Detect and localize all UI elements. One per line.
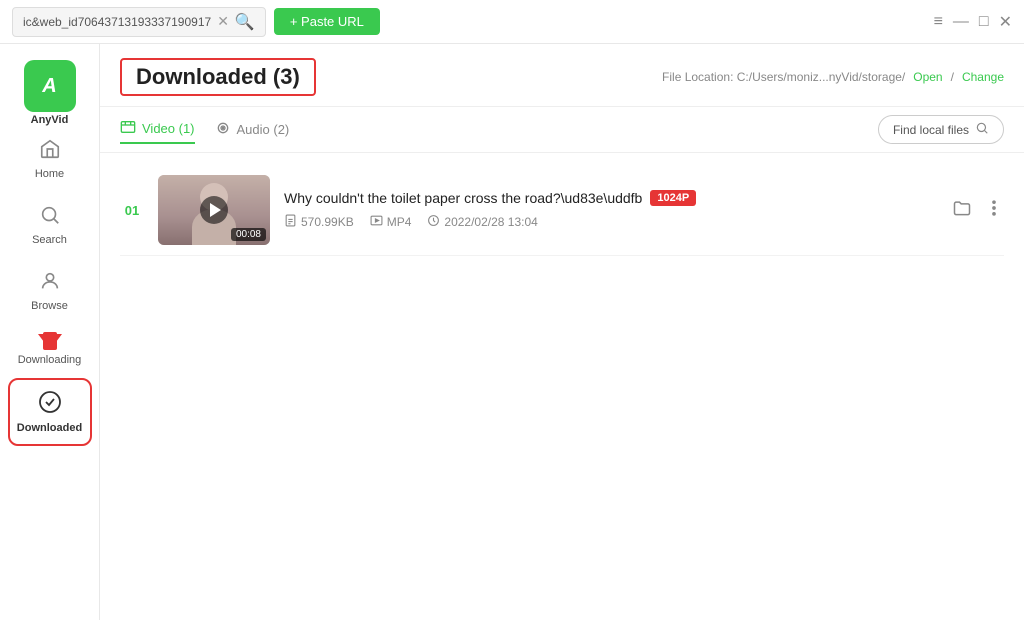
sidebar-item-home[interactable]: Home bbox=[10, 128, 90, 190]
tab-audio[interactable]: Audio (2) bbox=[215, 116, 290, 143]
more-options-icon[interactable] bbox=[984, 198, 1004, 223]
tab-video[interactable]: Video (1) bbox=[120, 115, 195, 144]
open-folder-icon[interactable] bbox=[952, 198, 972, 223]
date-value: 2022/02/28 13:04 bbox=[444, 215, 537, 229]
url-bar[interactable]: ic&web_id70643713193337190917 ✕ 🔍 bbox=[12, 7, 266, 37]
video-info: Why couldn't the toilet paper cross the … bbox=[284, 190, 938, 230]
tabs-row: Video (1) Audio (2) Find local files bbox=[100, 107, 1024, 153]
video-title: Why couldn't the toilet paper cross the … bbox=[284, 190, 938, 206]
format-meta: MP4 bbox=[370, 214, 412, 230]
search-label: Search bbox=[32, 234, 67, 246]
find-local-files-button[interactable]: Find local files bbox=[878, 115, 1004, 144]
play-button[interactable] bbox=[200, 196, 228, 224]
browse-label: Browse bbox=[31, 300, 68, 312]
minimize-icon[interactable]: — bbox=[953, 13, 969, 31]
sidebar-item-downloading[interactable]: Downloading bbox=[10, 326, 90, 376]
video-title-text: Why couldn't the toilet paper cross the … bbox=[284, 190, 642, 206]
separator: / bbox=[951, 70, 954, 84]
date-icon bbox=[427, 214, 440, 230]
url-close-icon[interactable]: ✕ bbox=[217, 13, 229, 30]
title-bar: ic&web_id70643713193337190917 ✕ 🔍 + Past… bbox=[0, 0, 1024, 44]
video-tab-label: Video (1) bbox=[142, 121, 195, 136]
browse-icon bbox=[39, 270, 61, 296]
logo-area: A AnyVid bbox=[24, 60, 76, 112]
format-icon bbox=[370, 214, 383, 230]
downloaded-icon bbox=[38, 390, 62, 418]
downloaded-label: Downloaded bbox=[17, 422, 82, 434]
duration-badge: 00:08 bbox=[231, 228, 266, 241]
maximize-icon[interactable]: □ bbox=[979, 13, 989, 31]
table-row: 01 00:08 Why couldn't the toilet paper c… bbox=[120, 165, 1004, 256]
video-actions bbox=[952, 198, 1004, 223]
home-label: Home bbox=[35, 168, 64, 180]
search-nav-icon bbox=[39, 204, 61, 230]
home-icon bbox=[39, 138, 61, 164]
tabs-left: Video (1) Audio (2) bbox=[120, 115, 289, 144]
audio-tab-icon bbox=[215, 120, 231, 139]
main-layout: A AnyVid Home Search bbox=[0, 44, 1024, 620]
sidebar-item-search[interactable]: Search bbox=[10, 194, 90, 256]
video-meta: 570.99KB MP4 bbox=[284, 214, 938, 230]
play-icon bbox=[210, 203, 221, 217]
sidebar-item-downloaded[interactable]: Downloaded bbox=[10, 380, 90, 444]
file-location-path: File Location: C:/Users/moniz...nyVid/st… bbox=[662, 70, 905, 84]
logo-box: A bbox=[24, 60, 76, 112]
quality-badge: 1024P bbox=[650, 190, 696, 206]
menu-icon[interactable]: ≡ bbox=[934, 13, 943, 31]
video-list: 01 00:08 Why couldn't the toilet paper c… bbox=[100, 153, 1024, 620]
page-title-box: Downloaded (3) bbox=[120, 58, 316, 96]
search-icon[interactable]: 🔍 bbox=[235, 12, 255, 32]
title-bar-left: ic&web_id70643713193337190917 ✕ 🔍 + Past… bbox=[12, 7, 924, 37]
file-size-value: 570.99KB bbox=[301, 215, 354, 229]
logo-letter: A bbox=[42, 75, 56, 98]
video-thumbnail[interactable]: 00:08 bbox=[158, 175, 270, 245]
app-name-label: AnyVid bbox=[24, 114, 76, 126]
date-meta: 2022/02/28 13:04 bbox=[427, 214, 537, 230]
content-area: Downloaded (3) File Location: C:/Users/m… bbox=[100, 44, 1024, 620]
page-title: Downloaded (3) bbox=[136, 64, 300, 89]
url-text: ic&web_id70643713193337190917 bbox=[23, 15, 211, 29]
content-header: Downloaded (3) File Location: C:/Users/m… bbox=[100, 44, 1024, 107]
sidebar: A AnyVid Home Search bbox=[0, 44, 100, 620]
window-controls: ≡ — □ ✕ bbox=[934, 12, 1012, 32]
open-location-button[interactable]: Open bbox=[913, 70, 942, 84]
paste-url-button[interactable]: + Paste URL bbox=[274, 8, 380, 35]
sidebar-item-browse[interactable]: Browse bbox=[10, 260, 90, 322]
close-icon[interactable]: ✕ bbox=[999, 12, 1012, 32]
find-local-label: Find local files bbox=[893, 123, 969, 137]
file-size-icon bbox=[284, 214, 297, 230]
item-number: 01 bbox=[120, 203, 144, 218]
audio-tab-label: Audio (2) bbox=[237, 122, 290, 137]
downloading-label: Downloading bbox=[18, 354, 82, 366]
file-location-info: File Location: C:/Users/moniz...nyVid/st… bbox=[662, 70, 1004, 84]
find-local-search-icon bbox=[975, 121, 989, 138]
change-location-button[interactable]: Change bbox=[962, 70, 1004, 84]
file-size-meta: 570.99KB bbox=[284, 214, 354, 230]
format-value: MP4 bbox=[387, 215, 412, 229]
video-tab-icon bbox=[120, 119, 136, 138]
